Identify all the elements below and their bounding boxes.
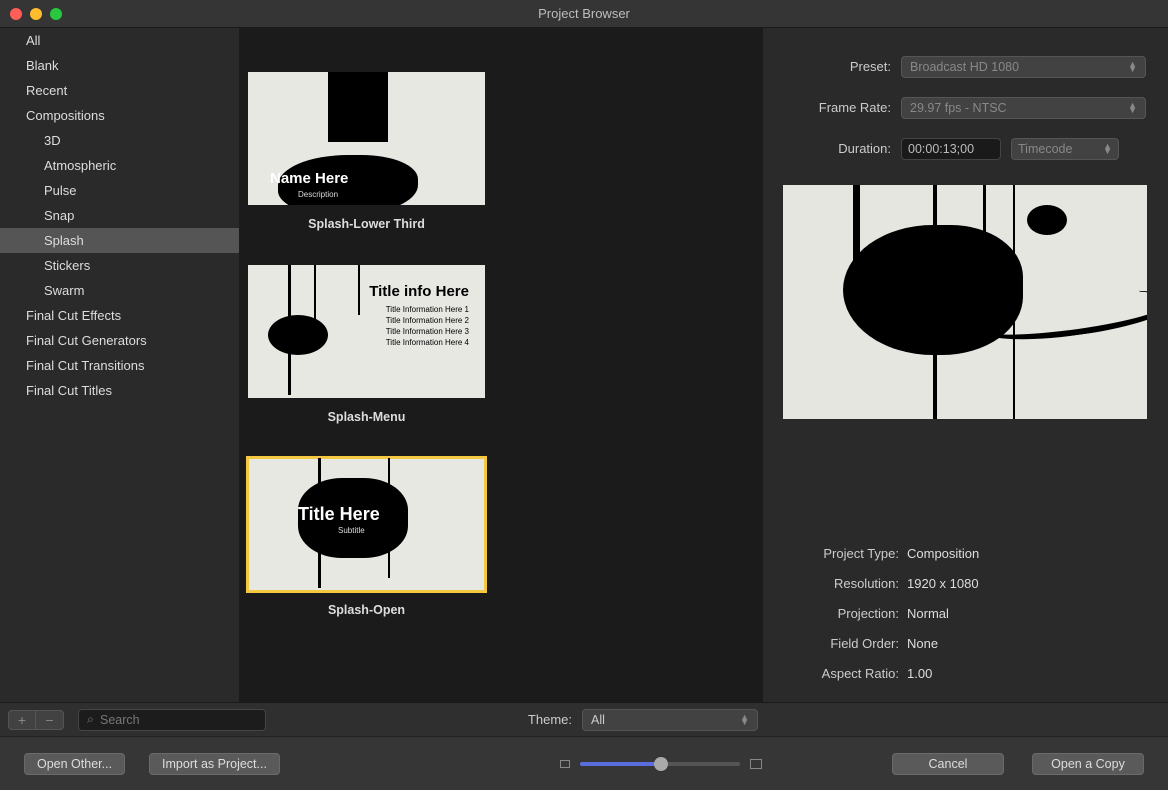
zoom-slider[interactable]	[560, 759, 762, 769]
sidebar-item-snap[interactable]: Snap	[0, 203, 239, 228]
projection-label: Projection:	[783, 606, 899, 621]
open-other-button[interactable]: Open Other...	[24, 753, 125, 775]
composition-label: Splash-Menu	[248, 410, 485, 424]
open-copy-button[interactable]: Open a Copy	[1032, 753, 1144, 775]
zoom-large-icon	[750, 759, 762, 769]
chevron-updown-icon: ▲▼	[1128, 62, 1137, 72]
project-type-value: Composition	[907, 546, 979, 561]
sidebar: All Blank Recent Compositions 3D Atmosph…	[0, 28, 240, 702]
maximize-icon[interactable]	[50, 8, 62, 20]
aspect-ratio-value: 1.00	[907, 666, 932, 681]
duration-input[interactable]: 00:00:13;00	[901, 138, 1001, 160]
sidebar-item-recent[interactable]: Recent	[0, 78, 239, 103]
framerate-label: Frame Rate:	[783, 100, 891, 115]
theme-label: Theme:	[528, 712, 572, 727]
window-title: Project Browser	[538, 6, 630, 21]
minimize-icon[interactable]	[30, 8, 42, 20]
resolution-label: Resolution:	[783, 576, 899, 591]
duration-label: Duration:	[783, 141, 891, 156]
field-order-label: Field Order:	[783, 636, 899, 651]
thumbnail: Title Here Subtitle	[248, 458, 485, 591]
cancel-button[interactable]: Cancel	[892, 753, 1004, 775]
sidebar-item-splash[interactable]: Splash	[0, 228, 239, 253]
remove-button[interactable]: −	[36, 710, 64, 730]
timecode-select[interactable]: Timecode ▲▼	[1011, 138, 1119, 160]
titlebar: Project Browser	[0, 0, 1168, 28]
preset-select[interactable]: Broadcast HD 1080 ▲▼	[901, 56, 1146, 78]
metadata: Project Type: Composition Resolution: 19…	[783, 538, 1146, 688]
sidebar-item-fc-titles[interactable]: Final Cut Titles	[0, 378, 239, 403]
theme-select[interactable]: All ▲▼	[582, 709, 758, 731]
thumbnail: Name Here Description	[248, 72, 485, 205]
projection-value: Normal	[907, 606, 949, 621]
sidebar-item-all[interactable]: All	[0, 28, 239, 53]
framerate-select[interactable]: 29.97 fps - NTSC ▲▼	[901, 97, 1146, 119]
inspector-panel: Preset: Broadcast HD 1080 ▲▼ Frame Rate:…	[762, 28, 1168, 702]
sidebar-item-fc-transitions[interactable]: Final Cut Transitions	[0, 353, 239, 378]
project-type-label: Project Type:	[783, 546, 899, 561]
toolbar: + − ⌕ Search Theme: All ▲▼	[0, 702, 1168, 736]
sidebar-item-pulse[interactable]: Pulse	[0, 178, 239, 203]
chevron-updown-icon: ▲▼	[1103, 144, 1112, 154]
footer: Open Other... Import as Project... Cance…	[0, 736, 1168, 790]
add-button[interactable]: +	[8, 710, 36, 730]
sidebar-item-stickers[interactable]: Stickers	[0, 253, 239, 278]
sidebar-item-fc-effects[interactable]: Final Cut Effects	[0, 303, 239, 328]
field-order-value: None	[907, 636, 938, 651]
zoom-small-icon	[560, 760, 570, 768]
aspect-ratio-label: Aspect Ratio:	[783, 666, 899, 681]
composition-label: Splash-Lower Third	[248, 217, 485, 231]
slider-thumb[interactable]	[654, 757, 668, 771]
preset-label: Preset:	[783, 59, 891, 74]
import-project-button[interactable]: Import as Project...	[149, 753, 280, 775]
sidebar-item-fc-generators[interactable]: Final Cut Generators	[0, 328, 239, 353]
thumbnail: Title info Here Title Information Here 1…	[248, 265, 485, 398]
preview-image	[783, 185, 1147, 419]
sidebar-item-blank[interactable]: Blank	[0, 53, 239, 78]
search-input[interactable]: ⌕ Search	[78, 709, 266, 731]
composition-item[interactable]: Name Here Description Splash-Lower Third	[248, 72, 485, 231]
resolution-value: 1920 x 1080	[907, 576, 979, 591]
sidebar-item-compositions[interactable]: Compositions	[0, 103, 239, 128]
chevron-updown-icon: ▲▼	[1128, 103, 1137, 113]
gallery: Name Here Description Splash-Lower Third…	[240, 28, 762, 702]
composition-label: Splash-Open	[248, 603, 485, 617]
sidebar-item-3d[interactable]: 3D	[0, 128, 239, 153]
close-icon[interactable]	[10, 8, 22, 20]
chevron-updown-icon: ▲▼	[740, 715, 749, 725]
sidebar-item-atmospheric[interactable]: Atmospheric	[0, 153, 239, 178]
composition-item-selected[interactable]: Title Here Subtitle Splash-Open	[248, 458, 485, 617]
sidebar-item-swarm[interactable]: Swarm	[0, 278, 239, 303]
composition-item[interactable]: Title info Here Title Information Here 1…	[248, 265, 485, 424]
search-icon: ⌕	[87, 712, 94, 727]
